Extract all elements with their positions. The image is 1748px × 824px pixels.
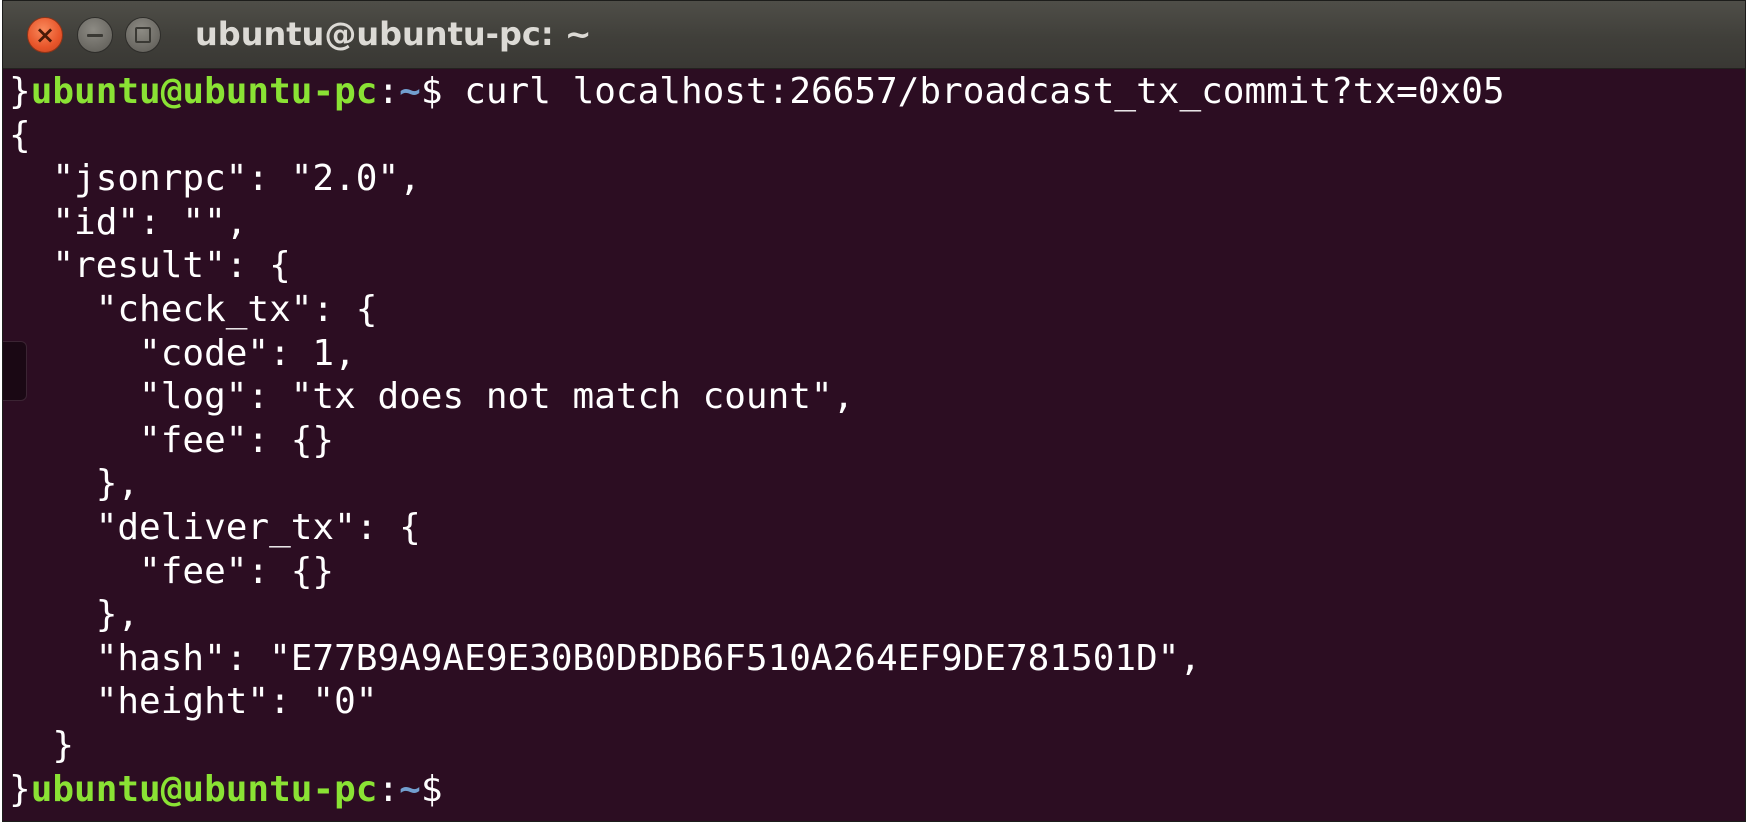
output-line: "result": { (9, 245, 291, 287)
close-icon: × (34, 21, 56, 49)
output-line: "check_tx": { (9, 288, 378, 330)
output-line: "jsonrpc": "2.0", (9, 158, 421, 200)
output-line: "id": "", (9, 201, 248, 243)
output-line: "code": 1, (9, 332, 356, 374)
output-line: "fee": {} (9, 550, 335, 592)
output-line: }, (9, 463, 140, 505)
close-button[interactable]: × (27, 17, 63, 53)
output-line: } (9, 724, 75, 766)
command-line: }ubuntu@ubuntu-pc:~$ curl localhost:2665… (9, 70, 1745, 114)
prompt-line: }ubuntu@ubuntu-pc:~$ (9, 768, 1745, 812)
prompt-colon: : (377, 768, 400, 810)
output-line: "hash": "E77B9A9AE9E30B0DBDB6F510A264EF9… (9, 637, 1202, 679)
output-line: }, (9, 594, 140, 636)
terminal-output[interactable]: }ubuntu@ubuntu-pc:~$ curl localhost:2665… (3, 70, 1745, 821)
output-line: "fee": {} (9, 419, 335, 461)
output-line: "height": "0" (9, 681, 378, 723)
output-line: "log": "tx does not match count", (9, 376, 855, 418)
prompt-symbol: $ (420, 768, 443, 810)
minimize-icon (87, 33, 103, 37)
terminal-window: × ubuntu@ubuntu-pc: ~ }ubuntu@ubuntu-pc:… (2, 0, 1746, 822)
window-title: ubuntu@ubuntu-pc: ~ (195, 15, 592, 53)
prompt-symbol: $ (420, 71, 443, 112)
prompt-user-host: ubuntu@ubuntu-pc (30, 71, 378, 112)
prompt-lead: } (9, 71, 31, 112)
output-line: "deliver_tx": { (9, 506, 421, 548)
prompt-lead: } (9, 768, 31, 810)
prompt-path: ~ (399, 71, 421, 112)
title-bar[interactable]: × ubuntu@ubuntu-pc: ~ (3, 1, 1745, 69)
prompt-path: ~ (399, 768, 421, 810)
maximize-icon (135, 27, 151, 43)
maximize-button[interactable] (125, 17, 161, 53)
prompt-colon: : (377, 71, 400, 112)
minimize-button[interactable] (77, 17, 113, 53)
command-text: curl localhost:26657/broadcast_tx_commit… (442, 71, 1505, 112)
prompt-user-host: ubuntu@ubuntu-pc (30, 768, 378, 810)
output-line: { (9, 114, 31, 156)
